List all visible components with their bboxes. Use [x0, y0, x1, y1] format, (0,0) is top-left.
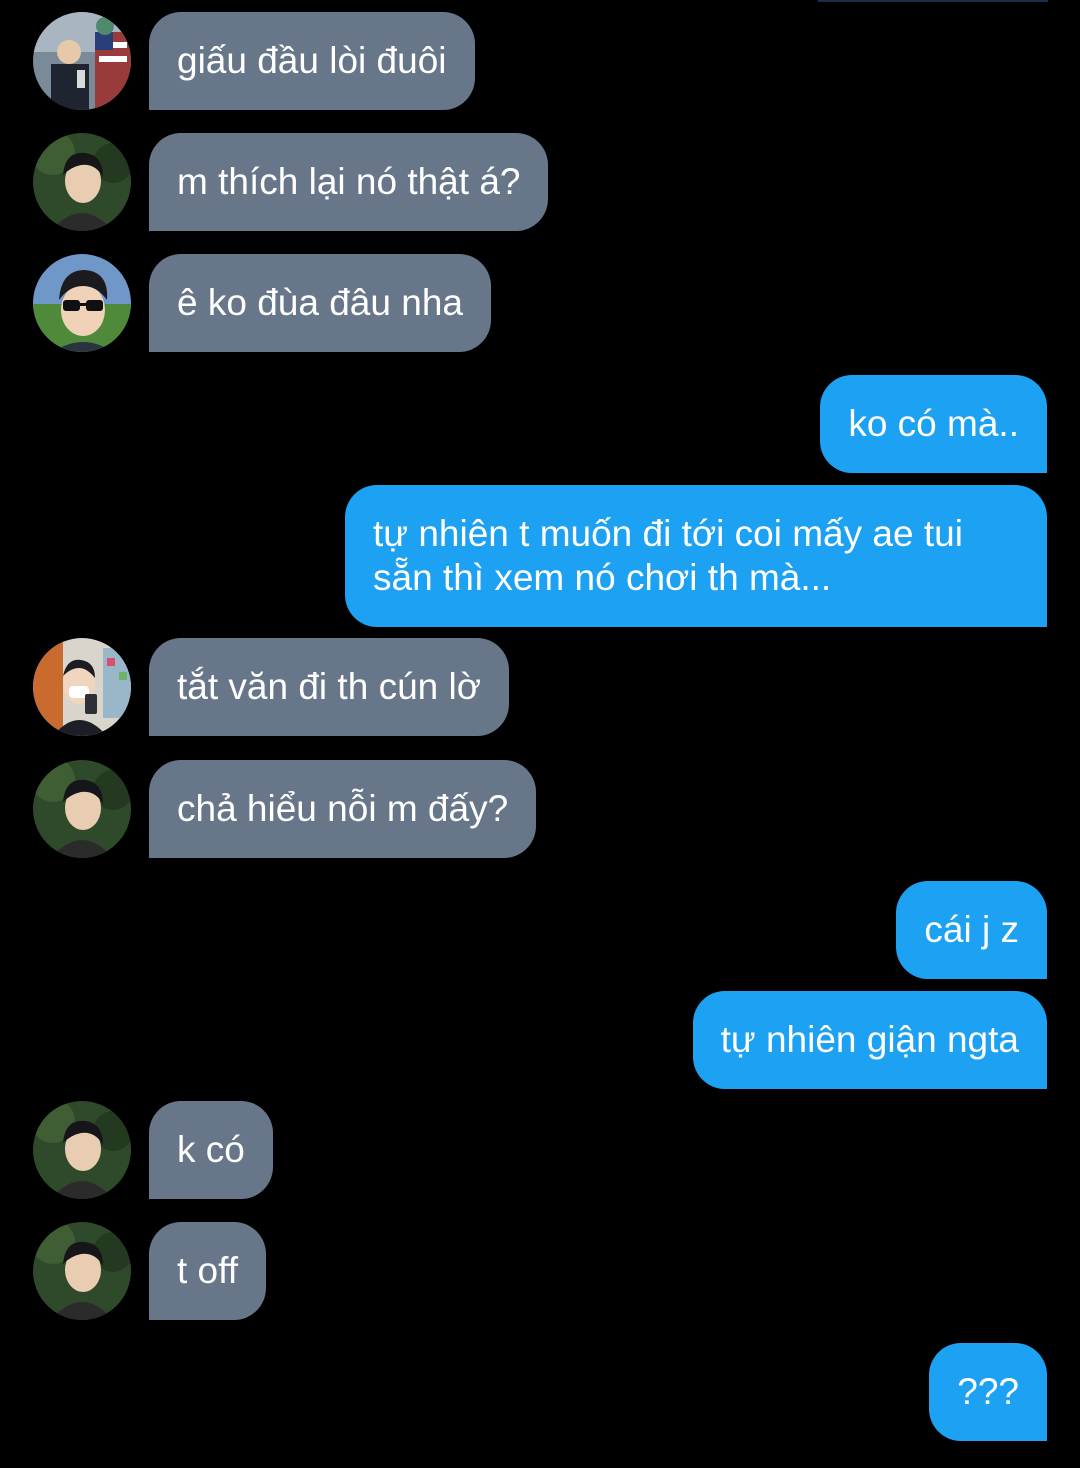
message-bubble-received[interactable]: chả hiểu nỗi m đấy?	[149, 760, 537, 858]
message-bubble-sent[interactable]: ???	[929, 1343, 1047, 1441]
avatar-boy-portrait[interactable]	[33, 133, 131, 231]
message-bubble-received[interactable]: t off	[149, 1222, 267, 1320]
message-bubble-sent[interactable]: cái j z	[896, 881, 1047, 979]
message-bubble-sent[interactable]: ko có mà..	[820, 375, 1047, 473]
message-bubble-sent[interactable]: tự nhiên t muốn đi tới coi mấy ae tui sẵ…	[345, 485, 1047, 627]
message-bubble-received[interactable]: k có	[149, 1101, 273, 1199]
message-bubble-received[interactable]: tắt văn đi th cún lờ	[149, 638, 509, 736]
top-edge-indicator	[818, 0, 1048, 2]
message-bubble-sent[interactable]: tự nhiên giận ngta	[692, 991, 1047, 1089]
avatar-boy-portrait[interactable]	[33, 1101, 131, 1199]
message-bubble-received[interactable]: ê ko đùa đâu nha	[149, 254, 491, 352]
message-bubble-received[interactable]: giấu đầu lòi đuôi	[149, 12, 475, 110]
avatar-statue-of-liberty[interactable]	[33, 12, 131, 110]
message-bubble-received[interactable]: m thích lại nó thật á?	[149, 133, 549, 231]
avatar-mirror-selfie[interactable]	[33, 638, 131, 736]
avatar-boy-portrait[interactable]	[33, 1222, 131, 1320]
avatar-boy-portrait[interactable]	[33, 760, 131, 858]
avatar-sunglasses[interactable]	[33, 254, 131, 352]
